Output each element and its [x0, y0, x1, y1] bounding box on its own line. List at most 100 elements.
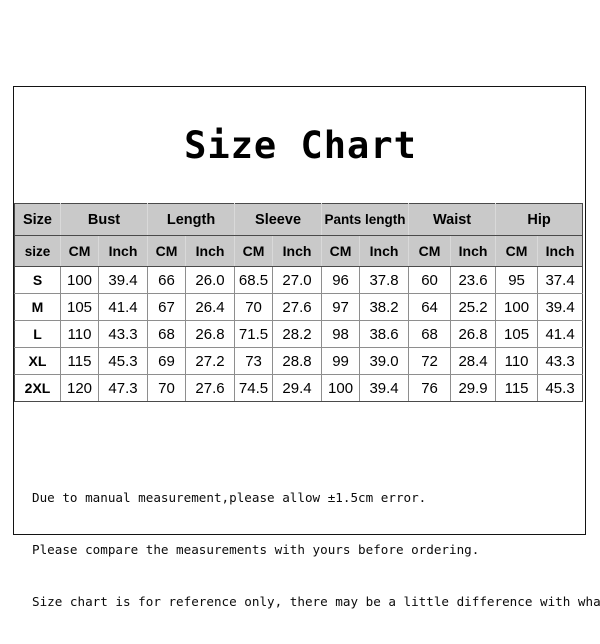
table-unit-header-row: size CM Inch CM Inch CM Inch CM Inch CM …: [14, 235, 584, 267]
cell-sleeve-inch: 28.2: [272, 320, 323, 348]
unit-header-pants-cm: CM: [321, 235, 361, 267]
cell-bust-cm: 110: [60, 320, 99, 348]
cell-hip-inch: 39.4: [537, 293, 584, 321]
header-waist: Waist: [408, 203, 497, 236]
cell-size: L: [14, 320, 61, 348]
cell-length-inch: 26.4: [185, 293, 236, 321]
cell-waist-inch: 26.8: [450, 320, 497, 348]
cell-size: M: [14, 293, 61, 321]
cell-waist-cm: 64: [408, 293, 452, 321]
cell-hip-cm: 115: [495, 374, 539, 402]
cell-size: XL: [14, 347, 61, 375]
cell-bust-cm: 115: [60, 347, 99, 375]
cell-waist-cm: 68: [408, 320, 452, 348]
cell-pants-cm: 100: [321, 374, 361, 402]
cell-sleeve-inch: 27.0: [272, 266, 323, 294]
unit-header-hip-inch: Inch: [537, 235, 584, 267]
cell-hip-cm: 110: [495, 347, 539, 375]
cell-waist-inch: 29.9: [450, 374, 497, 402]
cell-pants-cm: 98: [321, 320, 361, 348]
cell-waist-cm: 60: [408, 266, 452, 294]
cell-length-cm: 68: [147, 320, 187, 348]
cell-hip-cm: 95: [495, 266, 539, 294]
unit-header-hip-cm: CM: [495, 235, 539, 267]
cell-length-cm: 66: [147, 266, 187, 294]
size-chart-table: Size Bust Length Sleeve Pants length Wai…: [14, 203, 584, 402]
header-sleeve: Sleeve: [234, 203, 323, 236]
cell-bust-inch: 39.4: [97, 266, 149, 294]
table-row: XL 115 45.3 69 27.2 73 28.8 99 39.0 72 2…: [14, 347, 584, 375]
cell-length-inch: 27.6: [185, 374, 236, 402]
unit-header-waist-cm: CM: [408, 235, 452, 267]
cell-hip-inch: 43.3: [537, 347, 584, 375]
cell-sleeve-cm: 71.5: [234, 320, 274, 348]
unit-header-sleeve-cm: CM: [234, 235, 274, 267]
cell-pants-cm: 99: [321, 347, 361, 375]
cell-pants-inch: 39.0: [359, 347, 410, 375]
cell-bust-cm: 105: [60, 293, 99, 321]
cell-pants-inch: 38.6: [359, 320, 410, 348]
table-row: S 100 39.4 66 26.0 68.5 27.0 96 37.8 60 …: [14, 266, 584, 294]
cell-length-cm: 67: [147, 293, 187, 321]
unit-header-pants-inch: Inch: [359, 235, 410, 267]
cell-pants-inch: 39.4: [359, 374, 410, 402]
cell-length-inch: 26.0: [185, 266, 236, 294]
table-row: M 105 41.4 67 26.4 70 27.6 97 38.2 64 25…: [14, 293, 584, 321]
cell-length-cm: 70: [147, 374, 187, 402]
cell-length-inch: 26.8: [185, 320, 236, 348]
note-line-3: Size chart is for reference only, there …: [32, 593, 600, 609]
cell-waist-inch: 23.6: [450, 266, 497, 294]
measurement-notes: Due to manual measurement,please allow ±…: [32, 455, 600, 644]
unit-header-bust-cm: CM: [60, 235, 99, 267]
cell-hip-cm: 100: [495, 293, 539, 321]
table-row: 2XL 120 47.3 70 27.6 74.5 29.4 100 39.4 …: [14, 374, 584, 402]
cell-length-cm: 69: [147, 347, 187, 375]
cell-sleeve-cm: 70: [234, 293, 274, 321]
cell-bust-cm: 120: [60, 374, 99, 402]
cell-hip-cm: 105: [495, 320, 539, 348]
cell-sleeve-cm: 73: [234, 347, 274, 375]
header-bust: Bust: [59, 203, 149, 236]
note-line-2: Please compare the measurements with you…: [32, 542, 480, 558]
cell-bust-cm: 100: [60, 266, 99, 294]
header-pants-length: Pants length: [321, 203, 410, 236]
cell-sleeve-cm: 74.5: [234, 374, 274, 402]
note-line-1: Due to manual measurement,please allow ±…: [32, 490, 427, 506]
unit-header-bust-inch: Inch: [97, 235, 149, 267]
cell-hip-inch: 37.4: [537, 266, 584, 294]
cell-sleeve-inch: 29.4: [272, 374, 323, 402]
cell-waist-cm: 76: [408, 374, 452, 402]
cell-hip-inch: 41.4: [537, 320, 584, 348]
cell-bust-inch: 45.3: [97, 347, 149, 375]
unit-header-waist-inch: Inch: [450, 235, 497, 267]
unit-header-size: size: [14, 235, 61, 267]
cell-bust-inch: 41.4: [97, 293, 149, 321]
cell-length-inch: 27.2: [185, 347, 236, 375]
size-chart-table-container: Size Bust Length Sleeve Pants length Wai…: [14, 203, 584, 402]
cell-sleeve-inch: 28.8: [272, 347, 323, 375]
unit-header-length-inch: Inch: [185, 235, 236, 267]
header-hip: Hip: [495, 203, 584, 236]
cell-waist-inch: 25.2: [450, 293, 497, 321]
cell-waist-inch: 28.4: [450, 347, 497, 375]
cell-sleeve-cm: 68.5: [234, 266, 274, 294]
cell-pants-inch: 38.2: [359, 293, 410, 321]
cell-bust-inch: 47.3: [97, 374, 149, 402]
header-size: Size: [14, 203, 61, 236]
table-row: L 110 43.3 68 26.8 71.5 28.2 98 38.6 68 …: [14, 320, 584, 348]
unit-header-sleeve-inch: Inch: [272, 235, 323, 267]
unit-header-length-cm: CM: [147, 235, 187, 267]
page-title: Size Chart: [184, 124, 417, 167]
cell-size: S: [14, 266, 61, 294]
cell-sleeve-inch: 27.6: [272, 293, 323, 321]
header-length: Length: [147, 203, 236, 236]
cell-pants-cm: 96: [321, 266, 361, 294]
cell-size: 2XL: [14, 374, 61, 402]
size-chart-panel: Size Chart Size Bust Length Sleeve Pants…: [13, 86, 600, 609]
cell-pants-inch: 37.8: [359, 266, 410, 294]
cell-bust-inch: 43.3: [97, 320, 149, 348]
cell-hip-inch: 45.3: [537, 374, 584, 402]
cell-pants-cm: 97: [321, 293, 361, 321]
table-group-header-row: Size Bust Length Sleeve Pants length Wai…: [14, 203, 584, 236]
cell-waist-cm: 72: [408, 347, 452, 375]
